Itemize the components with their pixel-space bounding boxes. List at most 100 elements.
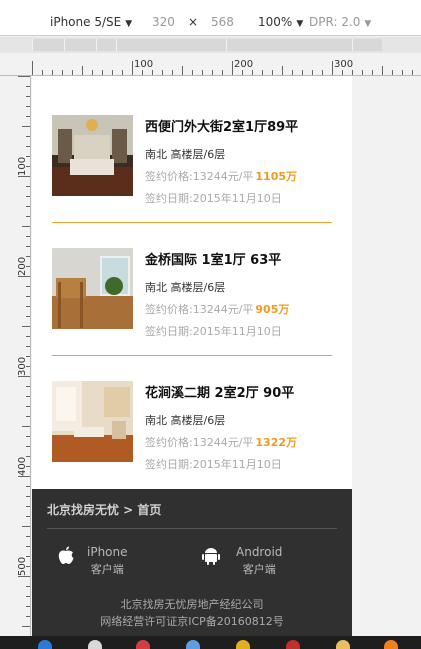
breadcrumb[interactable]: 北京找房无忧 > 首页 xyxy=(47,501,161,518)
listing-item[interactable]: 金桥国际 1室1厅 63平 南北 高楼层/6层 签约价格:13244元/平 905… xyxy=(32,248,352,380)
ruler-tick xyxy=(302,70,303,75)
taskbar-app-icon[interactable] xyxy=(88,640,102,649)
device-select[interactable]: iPhone 5/SE ▼ xyxy=(50,15,132,29)
listing-title[interactable]: 西便门外大街2室1厅89平 xyxy=(145,116,298,135)
chevron-down-icon: ▼ xyxy=(296,19,304,29)
ruler-tick xyxy=(102,70,103,75)
listing-unit-price: 签约价格:13244元/平 xyxy=(145,436,254,449)
ruler-tick xyxy=(92,70,93,75)
taskbar-app-icon[interactable] xyxy=(286,640,300,649)
device-toolbar: iPhone 5/SE ▼ 320 × 568 100% ▼ DPR: 2.0 ▼ xyxy=(0,0,421,36)
taskbar-app-icon[interactable] xyxy=(384,640,398,649)
ruler-tick xyxy=(332,61,333,75)
listing-title[interactable]: 花涧溪二期 2室2厅 90平 xyxy=(145,382,294,401)
listing-total-price: 1105万 xyxy=(255,170,298,183)
android-app-link[interactable]: Android 客户端 xyxy=(236,545,282,577)
ruler-tick xyxy=(252,70,253,75)
page-footer: 北京找房无忧 > 首页 iPhone 客户端 Android 客户端 北京找房无… xyxy=(32,489,352,636)
ruler-tick xyxy=(42,70,43,75)
media-query-bar[interactable] xyxy=(0,37,421,53)
dpr-value: DPR: 2.0 xyxy=(309,15,361,29)
ruler-tick xyxy=(26,106,30,107)
ruler-tick xyxy=(26,596,30,597)
times-sign: × xyxy=(188,15,199,29)
ruler-tick xyxy=(26,456,30,457)
ruler-tick xyxy=(52,70,53,75)
device-viewport: 西便门外大街2室1厅89平 南北 高楼层/6层 签约价格:13244元/平 110… xyxy=(32,76,352,636)
ruler-label: 400 xyxy=(17,456,28,476)
media-query-segment[interactable] xyxy=(32,39,64,51)
ruler-tick xyxy=(18,176,30,177)
media-query-segment[interactable] xyxy=(96,39,116,51)
icp-license[interactable]: 网络经营许可证京ICP备20160812号 xyxy=(32,613,352,629)
ruler-tick xyxy=(26,196,30,197)
ruler-tick xyxy=(62,70,63,75)
ruler-tick xyxy=(22,126,30,127)
height-input[interactable]: 568 xyxy=(211,15,234,29)
ruler-tick xyxy=(172,70,173,75)
width-input[interactable]: 320 xyxy=(152,15,175,29)
ruler-tick xyxy=(82,66,83,75)
media-query-segment[interactable] xyxy=(226,39,352,51)
ruler-tick xyxy=(72,70,73,75)
ruler-tick xyxy=(262,70,263,75)
media-query-segment[interactable] xyxy=(64,39,96,51)
ruler-tick xyxy=(152,70,153,75)
ruler-label: 200 xyxy=(234,59,254,70)
ruler-tick xyxy=(26,566,30,567)
horizontal-ruler: 100 200 300 xyxy=(0,56,421,76)
ruler-tick xyxy=(212,70,213,75)
ruler-tick xyxy=(26,396,30,397)
app-label: 客户端 xyxy=(242,563,276,576)
listing-item[interactable]: 西便门外大街2室1厅89平 南北 高楼层/6层 签约价格:13244元/平 110… xyxy=(32,115,352,247)
listing-price-line: 签约价格:13244元/平 905万 xyxy=(145,301,289,317)
ruler-tick xyxy=(26,416,30,417)
ruler-tick xyxy=(26,586,30,587)
listing-title[interactable]: 金桥国际 1室1厅 63平 xyxy=(145,249,281,268)
listing-photo xyxy=(52,381,133,462)
taskbar-app-icon[interactable] xyxy=(136,640,150,649)
ruler-tick xyxy=(372,70,373,75)
ruler-tick xyxy=(322,70,323,75)
ruler-tick xyxy=(182,66,183,75)
ruler-tick xyxy=(382,66,383,75)
ruler-tick xyxy=(26,206,30,207)
ruler-tick xyxy=(192,70,193,75)
ruler-label: 100 xyxy=(17,156,28,176)
device-name: iPhone 5/SE xyxy=(50,15,122,29)
ruler-tick xyxy=(26,246,30,247)
ruler-tick xyxy=(22,526,30,527)
ruler-label: 300 xyxy=(334,59,354,70)
taskbar-app-icon[interactable] xyxy=(336,640,350,649)
zoom-select[interactable]: 100% ▼ xyxy=(258,15,303,29)
taskbar-app-icon[interactable] xyxy=(236,640,250,649)
ruler-tick xyxy=(22,426,30,427)
media-query-segment[interactable] xyxy=(352,39,382,51)
ruler-tick xyxy=(292,70,293,75)
ruler-tick xyxy=(162,70,163,75)
listing-layout: 南北 高楼层/6层 xyxy=(145,414,226,427)
iphone-app-link[interactable]: iPhone 客户端 xyxy=(87,545,128,577)
listing-total-price: 1322万 xyxy=(255,436,298,449)
ruler-tick xyxy=(26,156,30,157)
taskbar-app-icon[interactable] xyxy=(38,640,52,649)
taskbar-app-icon[interactable] xyxy=(186,640,200,649)
android-icon[interactable] xyxy=(202,546,220,566)
apple-icon[interactable] xyxy=(57,546,75,566)
ruler-tick xyxy=(26,556,30,557)
ruler-tick xyxy=(132,61,133,75)
ruler-tick xyxy=(142,70,143,75)
media-query-segment[interactable] xyxy=(116,39,226,51)
ruler-tick xyxy=(18,376,30,377)
ruler-tick xyxy=(26,446,30,447)
dpr-select[interactable]: DPR: 2.0 ▼ xyxy=(309,15,371,29)
ruler-tick xyxy=(412,70,413,75)
ruler-tick xyxy=(18,76,30,77)
app-name: iPhone xyxy=(87,545,128,559)
ruler-tick xyxy=(272,70,273,75)
ruler-tick xyxy=(392,70,393,75)
ruler-label: 500 xyxy=(17,556,28,576)
company-name: 北京找房无忧房地产经纪公司 xyxy=(120,598,264,611)
ruler-tick xyxy=(26,606,30,607)
ruler-tick xyxy=(26,86,30,87)
